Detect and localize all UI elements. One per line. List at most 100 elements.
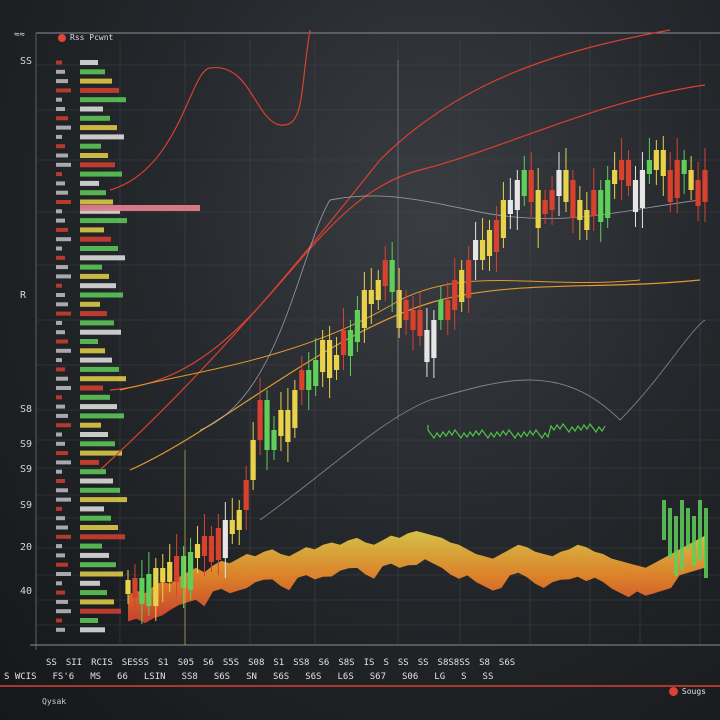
order-book-label-mark	[56, 60, 62, 65]
candle-body	[396, 290, 402, 328]
order-book-label-mark	[56, 181, 65, 186]
band-green-bar	[674, 516, 678, 576]
order-book-bar	[80, 506, 104, 512]
order-book-bar	[80, 320, 114, 326]
time-axis-label: IS	[363, 658, 375, 668]
candle-body	[667, 170, 673, 202]
record-dot-icon	[58, 33, 66, 42]
order-book-label-mark	[56, 553, 65, 558]
order-book-bar	[80, 255, 125, 261]
order-book-bar	[80, 422, 101, 428]
order-book-label-mark	[56, 451, 68, 456]
order-book-bar	[80, 339, 98, 344]
footer-right-badge[interactable]: Sougs	[668, 687, 706, 696]
footer-left-label: Qysak	[42, 697, 67, 706]
candle-body	[215, 528, 221, 560]
candle-body	[201, 536, 208, 556]
order-book-label-mark	[56, 497, 71, 502]
candle-body	[549, 190, 555, 210]
candle-body	[493, 220, 500, 252]
order-book-bar	[80, 376, 126, 382]
order-book-label-mark	[56, 255, 65, 260]
order-book-label-mark	[56, 432, 62, 437]
order-book-bar	[80, 394, 110, 400]
time-axis-label: RCIS	[91, 658, 113, 668]
candle-body	[243, 480, 249, 510]
order-book-label-mark	[56, 311, 71, 316]
y-axis-tick-label: S9	[20, 500, 33, 511]
order-book-bar	[80, 171, 122, 177]
candle-body	[417, 310, 423, 336]
order-book-bar	[80, 478, 113, 484]
order-book-label-mark	[56, 358, 62, 363]
order-book-bar	[80, 348, 105, 354]
order-book-label-mark	[56, 404, 65, 409]
time-axis-strip: SS SII RCIS SESSS S1 S05 S6 S5S S08 S1 SS8 S6 S8S IS S…	[0, 656, 720, 696]
time-axis-label: SS	[46, 658, 57, 668]
order-book-bar	[80, 153, 108, 158]
candle-body	[278, 410, 284, 436]
order-book-label-mark	[56, 339, 68, 344]
candle-body	[695, 180, 701, 206]
y-axis-tick-label: 20	[20, 542, 33, 553]
time-axis-label: SS	[482, 672, 494, 682]
y-axis-tick-label: S9	[20, 439, 33, 450]
order-book-label-mark	[56, 525, 68, 530]
candle-body	[466, 260, 472, 298]
time-axis-label: S6S	[498, 658, 516, 668]
candle-body	[431, 320, 437, 358]
order-book-bar	[80, 515, 111, 521]
candle-body	[424, 330, 430, 362]
order-book-bar	[80, 469, 106, 475]
order-book-bar	[80, 599, 114, 605]
order-book-bar	[80, 292, 123, 298]
time-axis-label: FS'6	[52, 672, 75, 682]
candle-body	[222, 520, 228, 558]
order-book-label-mark	[56, 237, 71, 242]
time-axis-label: S8S8SS	[437, 658, 471, 668]
order-book-label-mark	[56, 209, 62, 214]
price-chart[interactable]	[0, 0, 720, 720]
candle-body	[340, 330, 347, 355]
candle-body	[389, 260, 395, 292]
band-green-bar	[704, 508, 708, 578]
candle-body	[167, 562, 173, 582]
order-book-label-mark	[56, 581, 62, 586]
candle-body	[320, 340, 326, 372]
order-book-bar	[80, 432, 108, 437]
volume-heat-band	[128, 531, 705, 624]
alert-dot-icon	[668, 687, 678, 696]
time-axis-label: S8	[479, 658, 490, 668]
time-axis-row-2: S WCIS FS'6 MS 66 LSIN SS8 S6S SN S6S S6S L6S S67 S0…	[4, 672, 509, 682]
band-green-bar	[668, 508, 672, 558]
candle-body	[132, 578, 138, 598]
order-book-label-mark	[56, 544, 62, 549]
order-book-label-mark	[56, 460, 71, 465]
candle-body	[361, 290, 367, 328]
y-axis-tick-label: SS	[20, 56, 33, 67]
order-book-label-mark	[56, 488, 68, 493]
time-axis-label: S1	[273, 658, 285, 668]
band-green-bar	[692, 516, 696, 566]
order-book-label-mark	[56, 246, 62, 251]
order-book-bar	[80, 236, 111, 242]
order-book-bar	[80, 311, 107, 317]
candle-body	[125, 580, 131, 594]
candle-body	[653, 150, 659, 170]
order-book-bar	[80, 459, 99, 465]
order-book-label-mark	[56, 627, 65, 632]
order-book-bar	[80, 385, 103, 391]
candle-body	[403, 300, 409, 320]
order-book-label-mark	[56, 153, 68, 158]
order-book-label-mark	[56, 618, 62, 623]
order-book-bar	[80, 199, 113, 205]
time-axis-label: SN	[246, 672, 257, 682]
time-axis-label: S6S	[272, 672, 290, 682]
chart-header-tag: Rss Pcwnt	[58, 33, 113, 42]
ma-white-line-2	[259, 319, 706, 521]
candle-body	[187, 552, 194, 590]
candle-body	[507, 200, 513, 214]
time-axis-label: L6S	[337, 672, 354, 682]
candle-body	[563, 170, 569, 202]
order-book-label-mark	[56, 265, 68, 270]
